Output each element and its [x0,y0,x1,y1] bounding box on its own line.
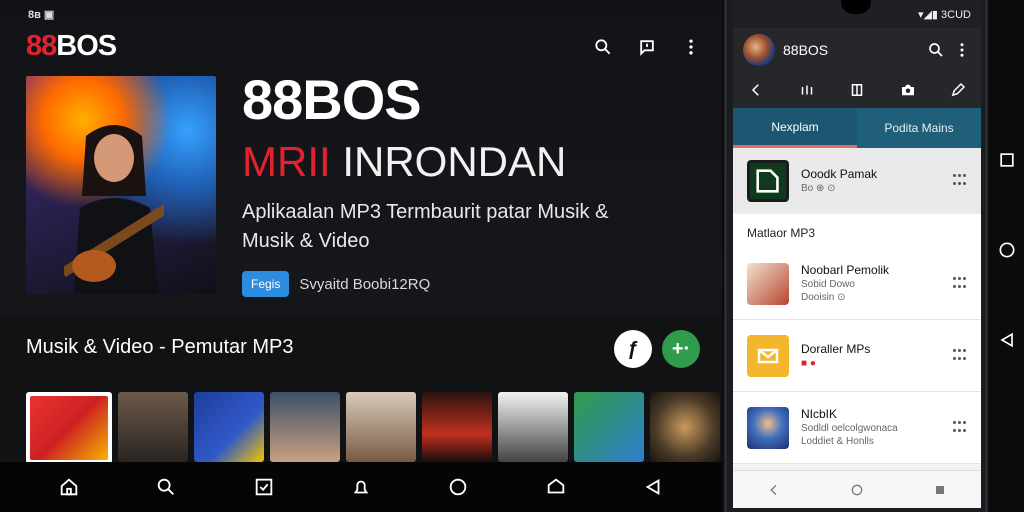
music-rail: Musik & Video - Pemutar MP3 ƒ +· [0,316,722,464]
hero-subtitle: MRII INRONDAN [242,136,662,188]
list-item-name: NIcbIK [801,407,838,421]
avatar[interactable] [743,34,775,66]
list-title: Matlaor MP3 [733,214,981,248]
checkbox-icon[interactable] [251,474,277,500]
circle-icon[interactable] [445,474,471,500]
list-item-name: Noobarl Pemolik [801,263,890,277]
thumbnail-card[interactable] [574,392,644,462]
message-icon[interactable] [543,474,569,500]
thumbnail-card[interactable] [498,392,568,462]
info-button[interactable]: ƒ [614,330,652,368]
recents-icon[interactable] [932,482,948,498]
list-item-texts: Doraller MPs ■ ● [801,342,941,370]
hero-subtitle-accent: MRII [242,138,331,185]
thumbnail-card[interactable] [194,392,264,462]
app-bar: 88BOS [26,30,702,70]
tablet-app: 8ʙ ▣ 88BOS 88BOS MRII INRONDAN Aplikaala… [0,0,722,512]
list-item-name: Doraller MPs [801,341,871,356]
add-button[interactable]: +· [662,330,700,368]
drag-handle-icon[interactable] [953,348,967,363]
logo-white-part: BOS [56,30,117,62]
document-icon [756,169,779,193]
phone-screen: ▾◢▮ 3CUD 88BOS Nexplam Podita Mains Oood… [733,0,981,508]
phone-app-title: 88BOS [783,42,829,58]
more-vert-icon[interactable] [680,36,702,58]
hero-image[interactable] [26,76,216,294]
equalizer-icon[interactable] [798,81,816,99]
back-triangle-icon[interactable] [997,330,1017,350]
phone-status-text: ▾◢▮ 3CUD [917,8,971,21]
list-item-thumb [747,262,789,305]
list-item-sub2: ■ ● [801,357,816,369]
chat-icon[interactable] [636,36,658,58]
drag-handle-icon[interactable] [953,276,967,291]
featured-texts: Ooodk Pamak Bo ⊕ ⊙ [801,167,941,195]
thumbnail-card[interactable] [118,392,188,462]
list-item-sub: Sodldl oelcolgwonaca [801,423,898,434]
phone-toolbar [733,72,981,108]
hero-meta-text: Svyaitd Boobi12RQ [299,275,431,293]
search-icon[interactable] [153,474,179,500]
drag-handle-icon[interactable] [953,174,967,188]
phone-tabs: Nexplam Podita Mains [733,108,981,148]
more-vert-icon[interactable] [953,41,971,59]
home-circle-icon[interactable] [849,482,865,498]
thumbnail-card[interactable] [26,392,112,464]
folder-icon [757,348,779,363]
featured-thumb [747,160,789,202]
back-icon[interactable] [640,474,666,500]
playlist-icon[interactable] [848,81,866,99]
thumbnail-card[interactable] [270,392,340,462]
recents-square-icon[interactable] [997,150,1017,170]
section-title: Musik & Video - Pemutar MP3 [26,336,294,358]
phone-nav-bar [733,470,981,508]
list-item[interactable]: Doraller MPs ■ ● [733,320,981,392]
bottom-navigation [0,462,722,512]
phone-app-bar: 88BOS [733,28,981,72]
hero-description: Aplikaalan MP3 Termbaurit patar Musik & … [242,201,609,252]
list-item-sub2: Dooisin ⊙ [801,292,846,303]
list-item[interactable]: Noobarl Pemolik Sobid Dowo Dooisin ⊙ [733,248,981,320]
guitarist-illustration [64,125,164,294]
thumbnail-card[interactable] [346,392,416,462]
system-status: 8ʙ ▣ [28,9,55,21]
featured-name: Ooodk Pamak [801,167,878,181]
hero-subtitle-rest: INRONDAN [330,138,567,185]
logo-red-part: 88 [26,30,57,62]
edit-icon[interactable] [949,81,967,99]
list-item-thumb [747,334,789,377]
app-logo[interactable]: 88BOS [26,30,117,63]
bell-icon[interactable] [348,474,374,500]
list-item-texts: Noobarl Pemolik Sobid Dowo Dooisin ⊙ [801,263,941,304]
hero-text-block: 88BOS MRII INRONDAN Aplikaalan MP3 Termb… [242,72,662,256]
tab-explore[interactable]: Nexplam [733,108,857,148]
system-nav [990,150,1024,350]
home-circle-icon[interactable] [997,240,1017,260]
thumbnail-card[interactable] [422,392,492,462]
track-list: Noobarl Pemolik Sobid Dowo Dooisin ⊙ Dor… [733,248,981,464]
back-icon[interactable] [766,482,782,498]
list-item-thumb [747,406,789,449]
list-item-sub: Sobid Dowo [801,279,855,290]
featured-subtitle: Bo ⊕ ⊙ [801,183,836,194]
genre-badge[interactable]: Fegis [242,271,290,297]
thumbnail-row [26,392,720,464]
list-item[interactable]: NIcbIK Sodldl oelcolgwonaca Loddiet & Ho… [733,392,981,464]
hero-title: 88BOS [242,68,422,131]
list-item-texts: NIcbIK Sodldl oelcolgwonaca Loddiet & Ho… [801,407,941,448]
thumbnail-card[interactable] [650,392,720,462]
camera-icon[interactable] [899,81,917,99]
list-item-sub2: Loddiet & Honlls [801,436,874,447]
hero-meta: Fegis Svyaitd Boobi12RQ [242,271,430,297]
tab-popular[interactable]: Podita Mains [857,108,981,148]
home-icon[interactable] [56,474,82,500]
search-icon[interactable] [927,41,945,59]
featured-item[interactable]: Ooodk Pamak Bo ⊕ ⊙ [733,148,981,214]
drag-handle-icon[interactable] [953,420,967,435]
search-icon[interactable] [592,36,614,58]
top-actions [592,36,702,58]
back-arrow-icon[interactable] [747,81,765,99]
